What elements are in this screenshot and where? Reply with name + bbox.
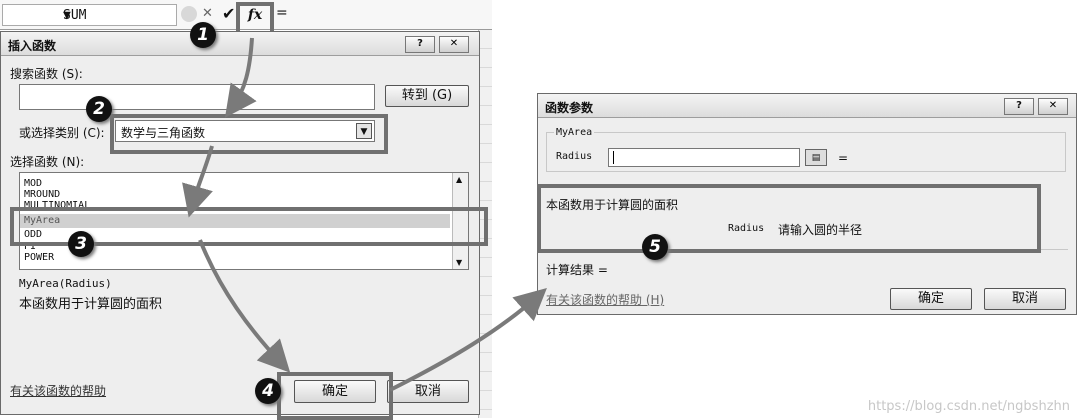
step-badge-4: 4	[255, 378, 281, 404]
arrow-2-to-3	[182, 145, 214, 218]
step-badge-2: 2	[86, 96, 112, 122]
step-badge-3: 3	[68, 231, 94, 257]
arrow-overlay	[182, 37, 547, 392]
arrow-4-to-5	[389, 288, 547, 392]
step-badge-1: 1	[190, 22, 216, 48]
watermark: https://blog.csdn.net/ngbshzhn	[867, 399, 1070, 414]
arrow-3-to-4	[198, 239, 291, 373]
arrow-1-to-2	[224, 37, 257, 118]
step-badge-5: 5	[642, 234, 668, 260]
